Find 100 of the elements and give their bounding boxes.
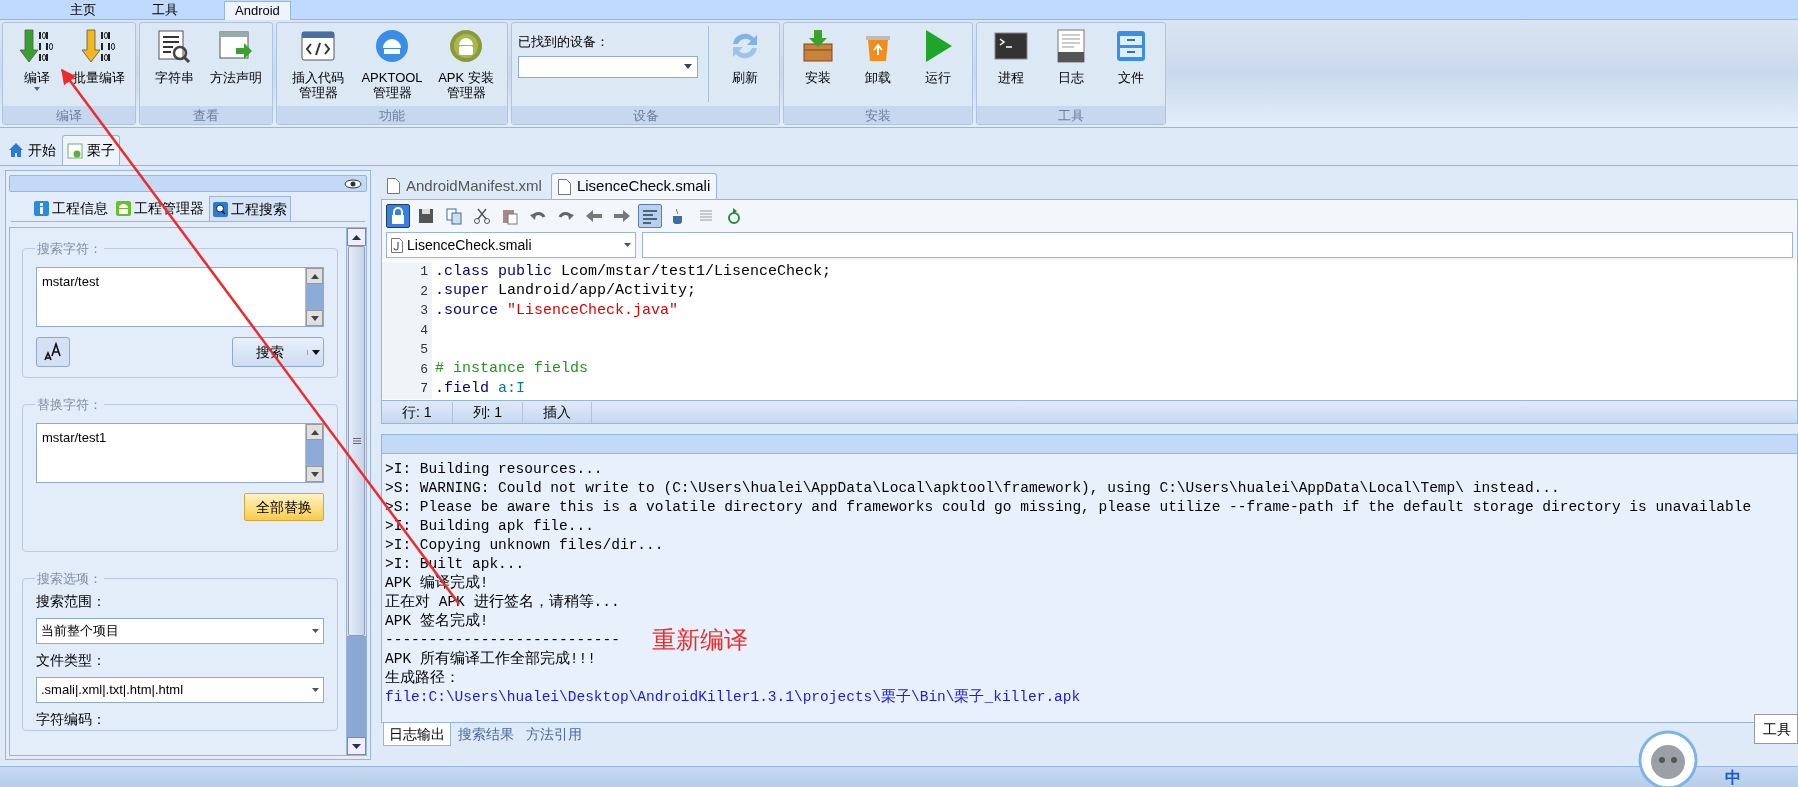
field-label: 搜索范围： — [36, 592, 107, 611]
editor-tab[interactable]: AndroidManifest.xml — [381, 173, 548, 199]
up-arrow-icon — [352, 234, 361, 240]
dropdown-field[interactable]: 当前整个项目 — [36, 618, 324, 644]
ribbon-button[interactable]: APK 安装管理器 — [431, 26, 501, 100]
log-line: APK 所有编译工作全部完成!!! — [385, 650, 596, 669]
editor-tab[interactable]: LisenceCheck.smali — [550, 173, 718, 199]
ime-indicator[interactable]: 中 — [1725, 766, 1741, 787]
robot-icon[interactable] — [1638, 730, 1698, 787]
wrap-lines-icon — [641, 207, 659, 225]
document-tab[interactable]: 栗子 — [62, 135, 120, 165]
line-number: 4 — [382, 320, 432, 340]
log-line: --------------------------- — [385, 631, 620, 650]
scrollbar[interactable] — [346, 228, 366, 755]
status-text: 行: 1 — [382, 401, 453, 423]
document-tab[interactable]: 开始 — [4, 135, 60, 165]
ribbon-button[interactable]: 日志 — [1043, 26, 1099, 85]
group-title: 功能 — [277, 106, 507, 124]
download-arrow-icon — [19, 28, 55, 64]
ribbon-button[interactable]: 字符串 — [146, 26, 202, 85]
line-number: 6 — [382, 359, 432, 379]
tooltip: 工具 — [1754, 714, 1798, 744]
status-text: 插入 — [523, 401, 593, 423]
log-line: >I: Building resources... — [385, 460, 603, 479]
group-title: 编译 — [3, 106, 135, 124]
device-dropdown[interactable] — [518, 55, 698, 78]
caret-icon — [34, 87, 40, 91]
ribbon-tab[interactable]: 主页 — [60, 1, 106, 20]
field-label: 文件类型： — [36, 651, 107, 670]
box-download-icon — [800, 28, 836, 64]
ribbon-button[interactable]: 编译 — [9, 26, 65, 91]
log-line: 生成路径： — [385, 669, 460, 688]
caret-icon — [311, 349, 320, 355]
document-icon — [557, 178, 571, 195]
line-number: 1 — [382, 262, 432, 282]
group-title: 设备 — [512, 106, 779, 124]
scrollbar[interactable] — [305, 424, 323, 482]
code-line: .field a:I — [434, 378, 526, 399]
status-text: 列: 1 — [452, 401, 524, 423]
line-number: 3 — [382, 301, 432, 321]
scrollbar[interactable] — [305, 268, 323, 326]
right-arrow-icon — [613, 207, 631, 225]
caret-icon — [624, 243, 631, 247]
clipboard-icon — [501, 207, 519, 225]
font-case-button[interactable] — [36, 337, 70, 367]
line-number: 5 — [382, 340, 432, 360]
ribbon-button[interactable]: APKTOOL管理器 — [357, 26, 427, 100]
ribbon-button[interactable]: 运行 — [910, 26, 966, 85]
down-arrow-icon — [310, 315, 319, 321]
output-tab[interactable]: 搜索结果 — [453, 723, 519, 746]
panel-tab[interactable]: 工程搜索 — [209, 196, 291, 221]
dropdown-arrow-icon — [684, 64, 692, 69]
ribbon-button[interactable]: 插入代码管理器 — [283, 26, 353, 100]
code-line: .source "LisenceCheck.java" — [434, 300, 679, 321]
save-icon — [417, 207, 435, 225]
device-label: 已找到的设备： — [518, 33, 610, 51]
caret-icon — [312, 629, 319, 633]
field-label: 字符编码： — [36, 710, 107, 729]
group-title: 查看 — [140, 106, 272, 124]
dropdown-field[interactable]: .smali|.xml|.txt|.htm|.html — [36, 677, 324, 703]
ribbon-tab[interactable]: 工具 — [142, 1, 188, 20]
left-arrow-icon — [585, 207, 603, 225]
copy-icon — [445, 207, 463, 225]
ribbon-tab[interactable]: Android — [224, 1, 291, 20]
house-icon — [8, 142, 24, 158]
eye-icon[interactable] — [344, 178, 362, 189]
grip-icon — [352, 438, 361, 444]
text-area[interactable]: mstar/test — [36, 267, 324, 327]
text-area[interactable]: mstar/test1 — [36, 423, 324, 483]
up-arrow-icon — [310, 273, 319, 279]
output-tab[interactable]: 方法引用 — [521, 723, 587, 746]
toolbar-button[interactable] — [386, 204, 410, 228]
ribbon-button[interactable]: 方法声明 — [206, 26, 266, 85]
ribbon-button[interactable]: 文件 — [1103, 26, 1159, 85]
line-number: 7 — [382, 379, 432, 399]
up-arrow-icon — [310, 429, 319, 435]
code-window-icon — [300, 28, 336, 64]
file-dropdown[interactable]: LisenceCheck.smali — [386, 232, 636, 258]
output-tab[interactable]: 日志输出 — [383, 723, 451, 746]
ribbon-button[interactable]: 安装 — [790, 26, 846, 85]
ribbon-button[interactable]: 刷新 — [717, 26, 773, 85]
code-line: .super Landroid/app/Activity; — [434, 281, 697, 301]
caret-icon — [312, 688, 319, 692]
file-icon — [391, 237, 403, 253]
down-arrow-icon — [352, 743, 361, 749]
font-case-icon — [43, 342, 63, 362]
annotation-text: 重新编译 — [652, 626, 748, 655]
download-arrow-icon — [81, 28, 117, 64]
file-link[interactable]: file:C:\Users\hualei\Desktop\AndroidKiller1.3.1\projects\栗子\Bin\栗子_killer.apk — [385, 688, 1081, 707]
document-icon — [387, 178, 400, 194]
group-title: 安装 — [784, 106, 972, 124]
code-line: .class public Lcom/mstar/test1/LisenceCheck; — [434, 261, 832, 282]
replace-all-button[interactable]: 全部替换 — [244, 493, 324, 521]
log-line: APK 签名完成! — [385, 612, 489, 631]
reload-icon — [725, 207, 743, 225]
panel-tab[interactable]: 工程信息 — [31, 196, 111, 221]
ribbon-button[interactable]: 卸载 — [850, 26, 906, 85]
ribbon-button[interactable]: 批量编译 — [69, 26, 129, 85]
ribbon-button[interactable]: 进程 — [983, 26, 1039, 85]
down-arrow-icon — [310, 471, 319, 477]
